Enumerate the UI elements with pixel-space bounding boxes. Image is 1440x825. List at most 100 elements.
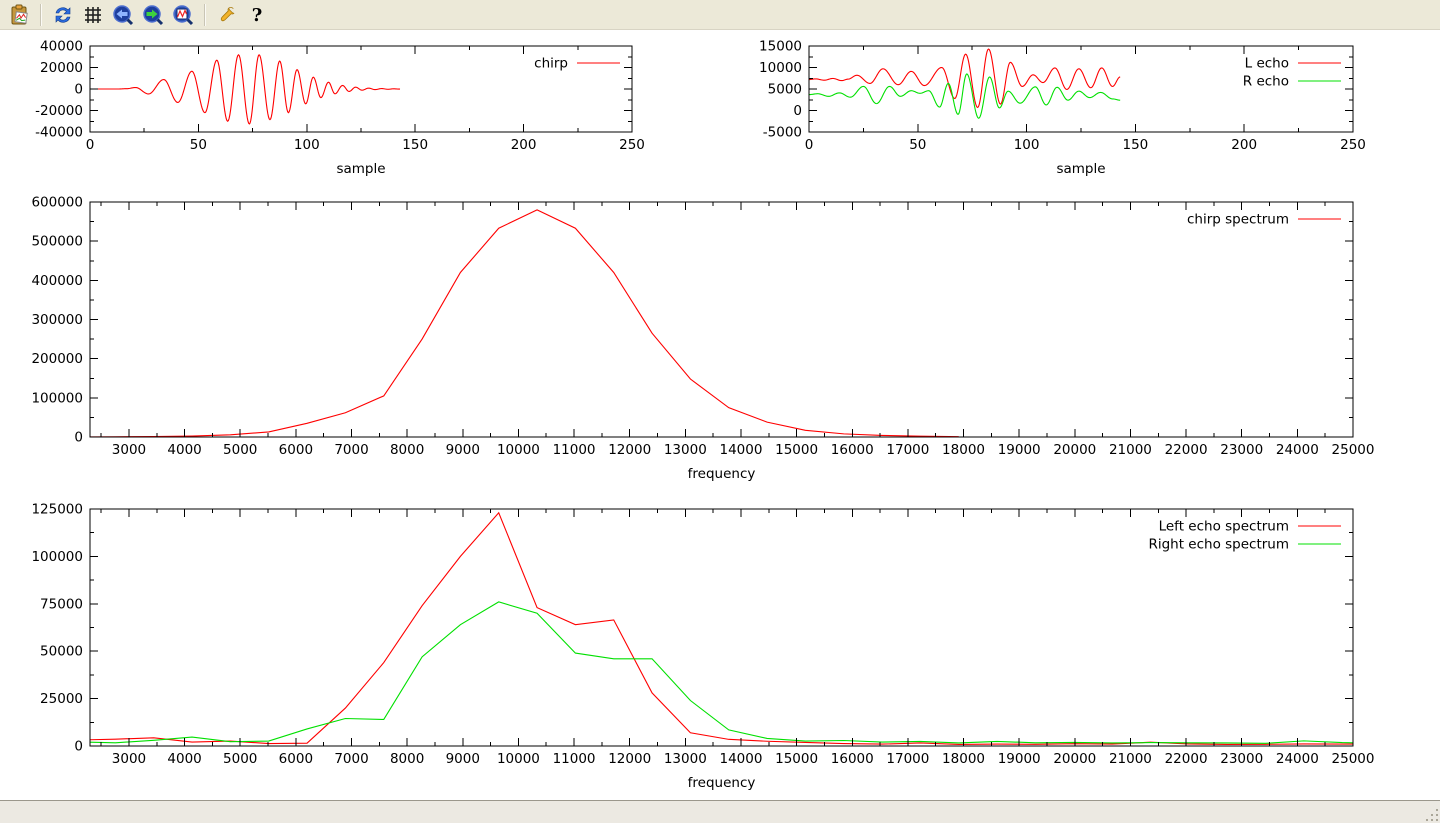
- chirp-spectrum-plot: 3000400050006000700080009000100001100012…: [31, 195, 1374, 483]
- svg-text:17000: 17000: [886, 442, 929, 458]
- svg-text:125000: 125000: [31, 502, 83, 518]
- svg-text:-20000: -20000: [35, 103, 83, 119]
- svg-text:6000: 6000: [279, 442, 313, 458]
- svg-text:100000: 100000: [31, 549, 83, 565]
- toolbar-separator: [40, 4, 42, 26]
- svg-text:200: 200: [511, 137, 537, 153]
- autoscale-icon: [172, 4, 194, 26]
- svg-text:15000: 15000: [775, 442, 818, 458]
- svg-text:?: ?: [252, 5, 263, 26]
- svg-text:150: 150: [402, 137, 428, 153]
- svg-text:7000: 7000: [334, 442, 368, 458]
- chirp-wave-plot: 050100150200250-40000-2000002000040000sa…: [35, 39, 645, 178]
- clipboard-icon: [8, 4, 30, 26]
- svg-text:20000: 20000: [1053, 751, 1096, 767]
- status-bar: [0, 800, 1440, 823]
- svg-text:200: 200: [1231, 137, 1257, 153]
- zoom-next-button[interactable]: [139, 2, 167, 28]
- svg-text:400000: 400000: [31, 273, 83, 289]
- zoom-previous-button[interactable]: [109, 2, 137, 28]
- svg-text:3000: 3000: [112, 751, 146, 767]
- svg-text:21000: 21000: [1109, 751, 1152, 767]
- svg-text:0: 0: [793, 103, 802, 119]
- echo-spectra-xlabel: frequency: [688, 775, 756, 791]
- svg-text:21000: 21000: [1109, 442, 1152, 458]
- replot-button[interactable]: [49, 2, 77, 28]
- svg-text:18000: 18000: [942, 442, 985, 458]
- svg-text:50: 50: [909, 137, 926, 153]
- svg-text:24000: 24000: [1276, 442, 1319, 458]
- svg-text:-40000: -40000: [35, 125, 83, 141]
- svg-text:10000: 10000: [759, 60, 802, 76]
- svg-text:250: 250: [619, 137, 645, 153]
- svg-text:50: 50: [190, 137, 207, 153]
- svg-text:11000: 11000: [553, 751, 596, 767]
- chirp-spectrum-tick-labels: 3000400050006000700080009000100001100012…: [31, 195, 1374, 459]
- right-echo-spectrum-line: [90, 602, 1353, 743]
- svg-text:22000: 22000: [1165, 751, 1208, 767]
- svg-text:500000: 500000: [31, 234, 83, 250]
- svg-text:15000: 15000: [759, 39, 802, 55]
- svg-text:9000: 9000: [446, 751, 480, 767]
- svg-text:4000: 4000: [167, 751, 201, 767]
- svg-text:150: 150: [1123, 137, 1149, 153]
- svg-text:200000: 200000: [31, 351, 83, 367]
- svg-text:16000: 16000: [831, 751, 874, 767]
- refresh-icon: [52, 4, 74, 26]
- svg-text:15000: 15000: [775, 751, 818, 767]
- svg-text:8000: 8000: [390, 442, 424, 458]
- svg-text:25000: 25000: [1332, 442, 1375, 458]
- svg-text:10000: 10000: [497, 442, 540, 458]
- svg-text:600000: 600000: [31, 195, 83, 211]
- svg-text:19000: 19000: [998, 442, 1041, 458]
- legend-label: chirp: [534, 56, 568, 72]
- svg-text:5000: 5000: [223, 442, 257, 458]
- svg-text:17000: 17000: [886, 751, 929, 767]
- legend-label: Right echo spectrum: [1148, 537, 1289, 553]
- chirp-spectrum-xlabel: frequency: [688, 466, 756, 482]
- resize-grip[interactable]: [1424, 807, 1438, 821]
- status-text: [0, 805, 6, 819]
- svg-text:4000: 4000: [167, 442, 201, 458]
- help-button[interactable]: ?: [243, 2, 271, 28]
- toggle-grid-button[interactable]: [79, 2, 107, 28]
- chirp-spectrum-series: [90, 210, 959, 437]
- svg-text:0: 0: [805, 137, 814, 153]
- svg-text:5000: 5000: [768, 82, 802, 98]
- svg-text:3000: 3000: [112, 442, 146, 458]
- chirp-wave-series: [90, 55, 400, 124]
- configure-button[interactable]: [213, 2, 241, 28]
- svg-text:10000: 10000: [497, 751, 540, 767]
- svg-text:14000: 14000: [719, 751, 762, 767]
- chirp-line: [90, 55, 400, 124]
- svg-text:0: 0: [74, 82, 83, 98]
- echo-wave-xlabel: sample: [1056, 161, 1105, 177]
- svg-text:23000: 23000: [1220, 442, 1263, 458]
- svg-text:0: 0: [74, 430, 83, 446]
- svg-text:0: 0: [74, 739, 83, 755]
- legend-label: L echo: [1245, 56, 1289, 72]
- svg-text:40000: 40000: [40, 39, 83, 55]
- svg-text:8000: 8000: [390, 751, 424, 767]
- svg-text:13000: 13000: [664, 751, 707, 767]
- svg-text:20000: 20000: [1053, 442, 1096, 458]
- plot-canvas[interactable]: 050100150200250-40000-2000002000040000sa…: [0, 30, 1440, 801]
- legend-label: Left echo spectrum: [1159, 519, 1289, 535]
- help-icon: ?: [246, 4, 268, 26]
- svg-text:12000: 12000: [608, 442, 651, 458]
- svg-text:75000: 75000: [40, 596, 83, 612]
- echo-wave-series: [809, 49, 1120, 118]
- svg-text:0: 0: [86, 137, 95, 153]
- svg-text:22000: 22000: [1165, 442, 1208, 458]
- svg-text:23000: 23000: [1220, 751, 1263, 767]
- svg-text:20000: 20000: [40, 60, 83, 76]
- legend-label: chirp spectrum: [1187, 212, 1289, 228]
- autoscale-button[interactable]: [169, 2, 197, 28]
- svg-text:25000: 25000: [40, 691, 83, 707]
- svg-text:24000: 24000: [1276, 751, 1319, 767]
- svg-text:-5000: -5000: [763, 125, 802, 141]
- wrench-icon: [216, 4, 238, 26]
- svg-text:300000: 300000: [31, 312, 83, 328]
- echo-wave-plot: 050100150200250-5000050001000015000sampl…: [759, 39, 1366, 178]
- copy-to-clipboard-button[interactable]: [5, 2, 33, 28]
